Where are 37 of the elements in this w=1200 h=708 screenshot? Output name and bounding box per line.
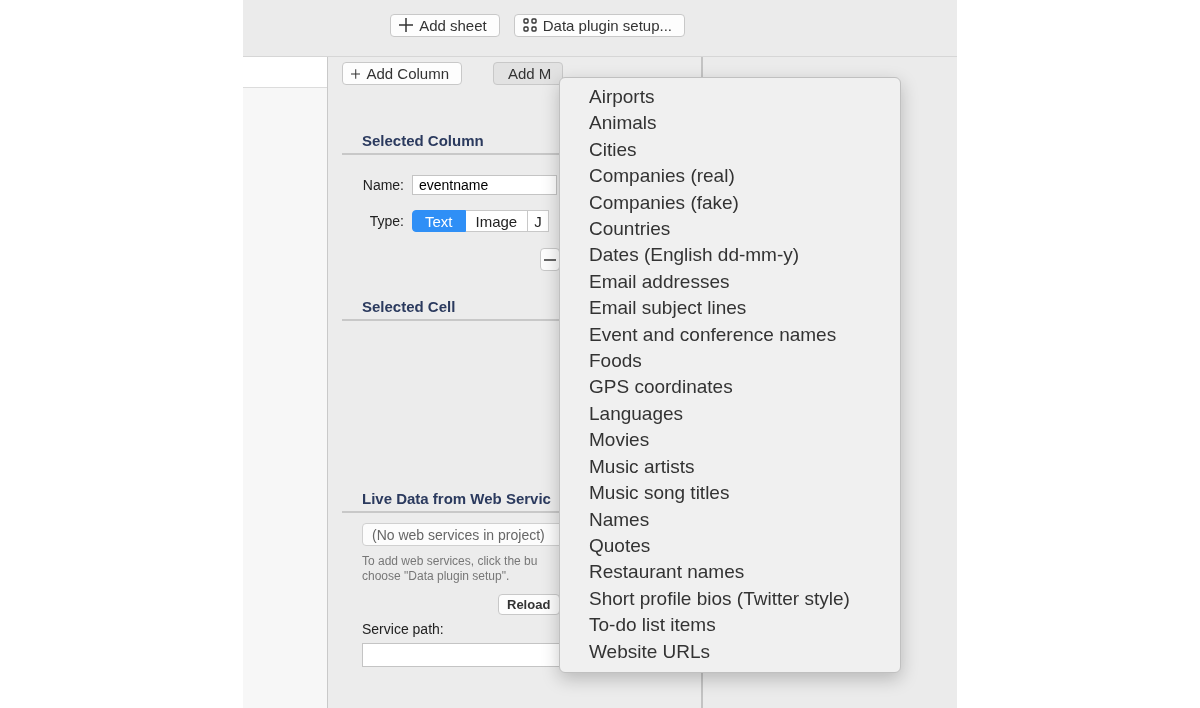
toolbar-button[interactable]: Data plugin setup... bbox=[513, 13, 685, 37]
menu-item[interactable]: Foods bbox=[560, 348, 900, 375]
minus-icon bbox=[544, 258, 556, 261]
menu-item[interactable]: Short profile bios (Twitter style) bbox=[560, 585, 900, 613]
menu-item[interactable]: Movies bbox=[560, 427, 900, 454]
grid-icon bbox=[522, 18, 537, 32]
remove-button[interactable] bbox=[540, 248, 560, 271]
menu-item[interactable]: Dates (English dd-mm-y) bbox=[560, 242, 900, 269]
reload-button[interactable]: Reload bbox=[498, 594, 560, 615]
menu-item[interactable]: GPS coordinates bbox=[560, 374, 900, 401]
menu-item[interactable]: Animals bbox=[560, 110, 900, 137]
menu-item[interactable]: Restaurant names bbox=[560, 559, 900, 586]
type-segment[interactable]: Image bbox=[465, 210, 529, 232]
menu-item[interactable]: Companies (fake) bbox=[560, 189, 900, 217]
menu-item[interactable]: Website URLs bbox=[560, 638, 900, 665]
add-button[interactable]: Add Column bbox=[342, 62, 462, 85]
name-field[interactable]: eventname bbox=[412, 175, 557, 195]
menu-item[interactable]: Email subject lines bbox=[560, 295, 900, 322]
type-segment[interactable]: J bbox=[528, 210, 549, 232]
plus-icon bbox=[399, 18, 414, 32]
menu-item[interactable]: Companies (real) bbox=[560, 163, 900, 190]
menu-item[interactable]: Email addresses bbox=[560, 268, 900, 296]
menu-item[interactable]: Countries bbox=[560, 216, 900, 243]
name-label: Name: bbox=[361, 177, 404, 193]
type-label: Type: bbox=[368, 213, 404, 229]
menu-item[interactable]: Music artists bbox=[560, 453, 900, 481]
plus-icon bbox=[351, 66, 361, 81]
add-button[interactable]: Add M bbox=[493, 62, 563, 85]
service-path-label: Service path: bbox=[362, 621, 444, 637]
menu-item[interactable]: Cities bbox=[560, 136, 900, 164]
toolbar-button[interactable]: Add sheet bbox=[390, 13, 500, 37]
menu-item[interactable]: Event and conference names bbox=[560, 321, 900, 349]
menu-item[interactable]: Languages bbox=[560, 400, 900, 428]
help-text: To add web services, click the bu choose "Data plugin setup". bbox=[362, 554, 538, 584]
menu-item[interactable]: To-do list items bbox=[560, 612, 900, 639]
menu-item[interactable]: Music song titles bbox=[560, 480, 900, 507]
menu-item[interactable]: Airports bbox=[560, 84, 900, 111]
